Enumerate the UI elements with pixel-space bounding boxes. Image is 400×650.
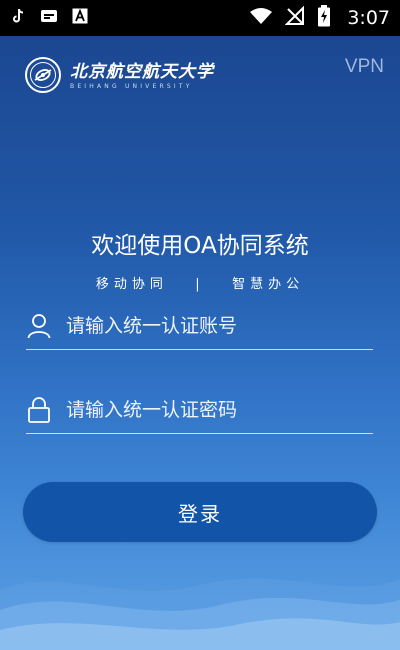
lock-icon (26, 396, 52, 423)
university-emblem-icon (24, 56, 62, 98)
user-icon (26, 313, 52, 339)
username-field[interactable] (26, 302, 373, 350)
welcome-title: 欢迎使用OA协同系统 (91, 233, 309, 259)
logo-name: 北京航空航天大学 (70, 62, 214, 82)
wifi-icon (249, 7, 273, 29)
status-bar: 3:07 (0, 0, 400, 36)
status-system: 3:07 (249, 5, 390, 31)
no-signal-icon (284, 5, 305, 30)
wave-decoration (0, 578, 400, 650)
app-notification-icon (40, 8, 58, 28)
username-input[interactable] (66, 314, 356, 337)
university-logo: 北京航空航天大学 BEIHANG UNIVERSITY (24, 56, 214, 98)
login-button[interactable]: 登录 (23, 482, 377, 542)
tiktok-icon (12, 8, 26, 28)
logo-subtitle: BEIHANG UNIVERSITY (70, 83, 193, 90)
login-screen: 北京航空航天大学 BEIHANG UNIVERSITY VPN 欢迎使用OA协同… (0, 36, 400, 650)
welcome-tagline: 移动协同 | 智慧办公 (95, 277, 305, 292)
status-notifications (12, 8, 88, 28)
vpn-button[interactable]: VPN (345, 56, 384, 78)
password-field[interactable] (26, 386, 373, 434)
logo-text: 北京航空航天大学 BEIHANG UNIVERSITY (70, 62, 214, 91)
password-input[interactable] (66, 398, 356, 421)
a-badge-icon (72, 8, 88, 28)
battery-charging-icon (317, 5, 331, 31)
status-time: 3:07 (347, 7, 390, 29)
